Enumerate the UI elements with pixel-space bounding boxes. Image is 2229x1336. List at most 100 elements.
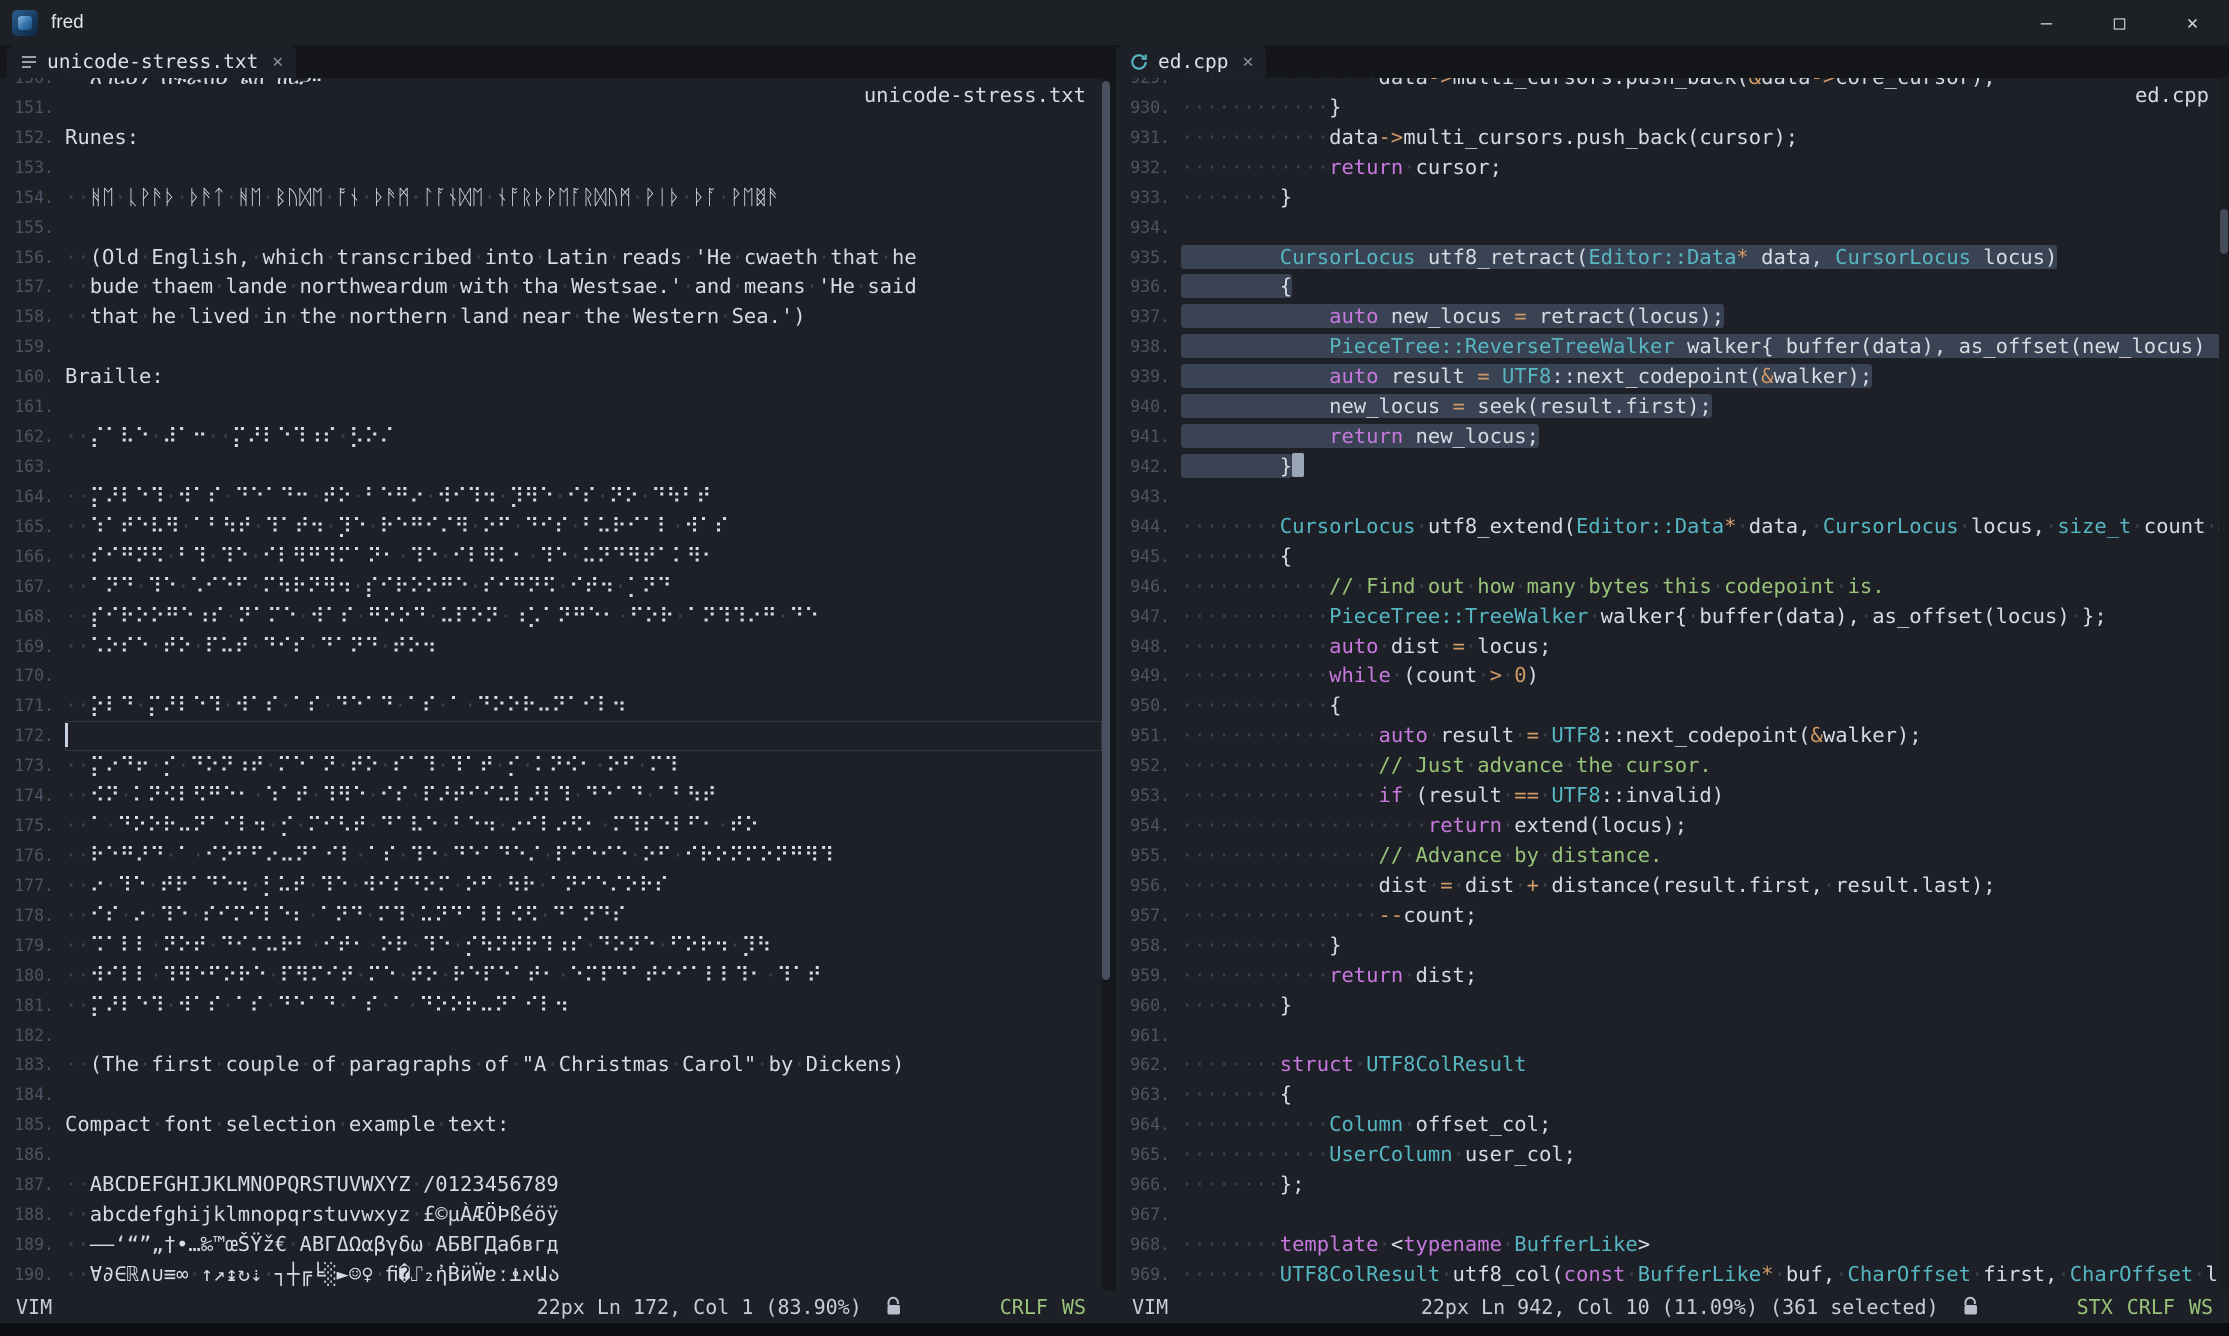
minimize-button[interactable]: —: [2010, 0, 2083, 45]
editor-line[interactable]: 156.··(Old·English,·which·transcribed·in…: [0, 243, 1102, 273]
editor-line[interactable]: 960.········}: [1116, 991, 2229, 1021]
right-scrollbar-thumb[interactable]: [2220, 209, 2228, 254]
editor-line[interactable]: 175.··⠁·⠙⠕⠕⠗⠤⠝⠁⠊⠇⠲·⡊·⠍⠊⠣⠞·⠙⠁⠧⠑·⠃⠑⠲·⠔⠊⠇⠔⠫…: [0, 811, 1102, 841]
editor-line[interactable]: 187.··ABCDEFGHIJKLMNOPQRSTUVWXYZ·/012345…: [0, 1170, 1102, 1200]
editor-line[interactable]: 162.··⡌⠁⠧⠑·⠼⠁⠒··⡍⠜⠇⠑⠹⠰⠎·⡣⠕⠌: [0, 422, 1102, 452]
code-buffer[interactable]: 929.················data->multi_cursors.…: [1116, 78, 2229, 1290]
editor-line[interactable]: 173.··⡍⠔⠙⠖·⡊·⠙⠕⠝⠰⠞·⠍⠑⠁⠝·⠞⠕·⠎⠁⠹·⠹⠁⠞·⡊·⠅⠝⠪…: [0, 751, 1102, 781]
editor-line[interactable]: 179.··⠩⠁⠇⠇·⠝⠕⠞·⠙⠊⠌⠥⠗⠃·⠊⠞⠂·⠕⠗·⠹⠑·⡊⠳⠝⠞⠗⠹⠰⠎…: [0, 931, 1102, 961]
editor-line[interactable]: 152.Runes:: [0, 123, 1102, 153]
line-number: 175.: [0, 811, 54, 841]
tab-ed-cpp[interactable]: ed.cpp ✕: [1116, 45, 1266, 78]
editor-line[interactable]: 174.··⠪⠝·⠅⠝⠪⠇⠫⠛⠑⠂·⠱⠁⠞·⠹⠻⠑·⠊⠎·⠏⠜⠞⠊⠊⠥⠇⠜⠇⠹·…: [0, 781, 1102, 811]
tab-unicode-stress-txt[interactable]: unicode-stress.txt ✕: [7, 45, 296, 78]
close-button[interactable]: ✕: [2156, 0, 2229, 45]
editor-line[interactable]: 964.············Column·offset_col;: [1116, 1110, 2229, 1140]
line-number: 166.: [0, 542, 54, 572]
editor-line[interactable]: 155.: [0, 213, 1102, 243]
editor-line[interactable]: 186.: [0, 1140, 1102, 1170]
editor-line[interactable]: 957.················--count;: [1116, 901, 2229, 931]
editor-line[interactable]: 184.: [0, 1080, 1102, 1110]
right-scrollbar[interactable]: [2219, 78, 2229, 1290]
editor-line[interactable]: 169.··⠡⠕⠎⠑·⠞⠕·⠏⠥⠞·⠙⠊⠎·⠙⠁⠝⠙·⠞⠕⠲: [0, 632, 1102, 662]
close-tab-icon[interactable]: ✕: [1242, 51, 1253, 72]
editor-line[interactable]: 949.············while·(count·>·0): [1116, 661, 2229, 691]
editor-line[interactable]: 967.: [1116, 1200, 2229, 1230]
editor-line[interactable]: 181.··⡍⠜⠇⠑⠹·⠺⠁⠎·⠁⠎·⠙⠑⠁⠙·⠁⠎·⠁·⠙⠕⠕⠗⠤⠝⠁⠊⠇⠲: [0, 991, 1102, 1021]
editor-line[interactable]: 153.: [0, 153, 1102, 183]
editor-line[interactable]: 946.············//·Find·out·how·many·byt…: [1116, 572, 2229, 602]
editor-line[interactable]: 930.············}: [1116, 93, 2229, 123]
pane-divider: [1102, 78, 1116, 1290]
editor-line[interactable]: 938.············PieceTree::ReverseTreeWa…: [1116, 332, 2229, 362]
editor-line[interactable]: 178.··⠊⠎·⠔·⠹⠑·⠎⠊⠍⠊⠇⠑⠆·⠁⠝⠙·⠍⠹·⠥⠝⠙⠁⠇⠇⠪⠫·⠙⠁…: [0, 901, 1102, 931]
editor-line[interactable]: 934.: [1116, 213, 2229, 243]
editor-line[interactable]: 159.: [0, 332, 1102, 362]
editor-line[interactable]: 931.············data->multi_cursors.push…: [1116, 123, 2229, 153]
editor-line[interactable]: 956.················dist·=·dist·+·distan…: [1116, 871, 2229, 901]
editor-line[interactable]: 154.··ᚻᛖ·ᚳᚹᚫᚦ·ᚦᚫᛏ·ᚻᛖ·ᛒᚢᛞᛖ·ᚩᚾ·ᚦᚫᛗ·ᛚᚪᚾᛞᛖ·ᚾ…: [0, 183, 1102, 213]
editor-line[interactable]: 185.Compact·font·selection·example·text:: [0, 1110, 1102, 1140]
editor-line[interactable]: 942.········}: [1116, 452, 2229, 482]
editor-line[interactable]: 940.············new_locus·=·seek(result.…: [1116, 392, 2229, 422]
editor-line[interactable]: 955.················//·Advance·by·distan…: [1116, 841, 2229, 871]
unlock-icon[interactable]: [1961, 1296, 1981, 1318]
editor-line[interactable]: 183.··(The·first·couple·of·paragraphs·of…: [0, 1050, 1102, 1080]
editor-line[interactable]: 190.··∀∂∈ℝ∧∪≡∞·↑↗↨↻⇣·┐┼╔╘░►☺♀·ﬁ�⑀₂ἠḂӥẄɐː…: [0, 1260, 1102, 1290]
editor-line[interactable]: 189.··–—‘“”„†•…‰™œŠŸž€·ΑΒΓΔΩαβγδω·АБВГДа…: [0, 1230, 1102, 1260]
editor-line[interactable]: 943.: [1116, 482, 2229, 512]
close-tab-icon[interactable]: ✕: [272, 51, 283, 72]
editor-line[interactable]: 188.··abcdefghijklmnopqrstuvwxyz·£©µÀÆÖÞ…: [0, 1200, 1102, 1230]
encoding-badge: STX: [2077, 1295, 2113, 1319]
editor-line[interactable]: 167.··⠁⠝⠙·⠹⠑·⠡⠊⠑⠋·⠍⠳⠗⠝⠻⠲·⡎⠊⠗⠕⠕⠛⠑·⠎⠊⠛⠝⠫·⠊…: [0, 572, 1102, 602]
editor-line[interactable]: 937.············auto·new_locus·=·retract…: [1116, 302, 2229, 332]
editor-line[interactable]: 929.················data->multi_cursors.…: [1116, 78, 2229, 93]
editor-line[interactable]: 172.: [0, 721, 1102, 751]
unlock-icon[interactable]: [884, 1296, 904, 1318]
editor-line[interactable]: 952.················//·Just·advance·the·…: [1116, 751, 2229, 781]
editor-line[interactable]: 165.··⠱⠁⠞⠑⠧⠻·⠁⠃⠳⠞·⠹⠁⠞⠲·⡹⠑·⠗⠑⠛⠊⠌⠻·⠕⠋·⠙⠊⠎·…: [0, 512, 1102, 542]
editor-line[interactable]: 966.········};: [1116, 1170, 2229, 1200]
editor-pane-left[interactable]: 150.··እግርህን·በፍራሽህ·ልክ·ዘርጋ።151.152.Runes:1…: [0, 78, 1102, 1290]
editor-line[interactable]: 161.: [0, 392, 1102, 422]
editor-line[interactable]: 177.··⠔·⠹⠑·⠞⠗⠁⠙⠑⠲·⡃⠥⠞·⠹⠑·⠺⠊⠎⠙⠕⠍·⠕⠋·⠳⠗·⠁⠝…: [0, 871, 1102, 901]
editor-line[interactable]: 969.········UTF8ColResult·utf8_col(const…: [1116, 1260, 2229, 1290]
editor-line[interactable]: 164.··⡍⠜⠇⠑⠹·⠺⠁⠎·⠙⠑⠁⠙⠒·⠞⠕·⠃⠑⠛⠔·⠺⠊⠹⠲·⡹⠻⠑·⠊…: [0, 482, 1102, 512]
editor-line[interactable]: 948.············auto·dist·=·locus;: [1116, 632, 2229, 662]
text-buffer[interactable]: 150.··እግርህን·በፍራሽህ·ልክ·ዘርጋ።151.152.Runes:1…: [0, 78, 1102, 1290]
editor-line[interactable]: 182.: [0, 1021, 1102, 1051]
editor-line[interactable]: 158.··that·he·lived·in·the·northern·land…: [0, 302, 1102, 332]
editor-line[interactable]: 953.················if·(result·==·UTF8::…: [1116, 781, 2229, 811]
editor-line[interactable]: 941.············return·new_locus;: [1116, 422, 2229, 452]
editor-line[interactable]: 170.: [0, 661, 1102, 691]
editor-line[interactable]: 933.········}: [1116, 183, 2229, 213]
editor-line[interactable]: 932.············return·cursor;: [1116, 153, 2229, 183]
editor-line[interactable]: 157.··bude·thaem·lande·northweardum·with…: [0, 272, 1102, 302]
editor-line[interactable]: 959.············return·dist;: [1116, 961, 2229, 991]
editor-line[interactable]: 965.············UserColumn·user_col;: [1116, 1140, 2229, 1170]
left-scrollbar-thumb[interactable]: [1102, 81, 1110, 980]
editor-pane-right[interactable]: 929.················data->multi_cursors.…: [1116, 78, 2229, 1290]
editor-line[interactable]: 951.················auto·result·=·UTF8::…: [1116, 721, 2229, 751]
editor-line[interactable]: 968.········template·<typename·BufferLik…: [1116, 1230, 2229, 1260]
editor-line[interactable]: 168.··⡎⠊⠗⠕⠕⠛⠑⠰⠎·⠝⠁⠍⠑·⠺⠁⠎·⠛⠕⠕⠙·⠥⠏⠕⠝·⠰⡡⠁⠝⠛…: [0, 602, 1102, 632]
editor-line[interactable]: 944.········CursorLocus·utf8_extend(Edit…: [1116, 512, 2229, 542]
editor-line[interactable]: 950.············{: [1116, 691, 2229, 721]
editor-line[interactable]: 936.········{: [1116, 272, 2229, 302]
editor-line[interactable]: 180.··⠺⠊⠇⠇·⠹⠻⠑⠋⠕⠗⠑·⠏⠻⠍⠊⠞·⠍⠑·⠞⠕·⠗⠑⠏⠑⠁⠞⠂·⠑…: [0, 961, 1102, 991]
editor-line[interactable]: 962.········struct·UTF8ColResult: [1116, 1050, 2229, 1080]
maximize-button[interactable]: □: [2083, 0, 2156, 45]
editor-line[interactable]: 171.··⡕⠇⠙·⡍⠜⠇⠑⠹·⠺⠁⠎·⠁⠎·⠙⠑⠁⠙·⠁⠎·⠁·⠙⠕⠕⠗⠤⠝⠁…: [0, 691, 1102, 721]
editor-line[interactable]: 935.········CursorLocus·utf8_retract(Edi…: [1116, 243, 2229, 273]
editor-line[interactable]: 945.········{: [1116, 542, 2229, 572]
editor-line[interactable]: 963.········{: [1116, 1080, 2229, 1110]
editor-line[interactable]: 939.············auto·result·=·UTF8::next…: [1116, 362, 2229, 392]
editor-line[interactable]: 954.····················return·extend(lo…: [1116, 811, 2229, 841]
editor-line[interactable]: 961.: [1116, 1021, 2229, 1051]
editor-line[interactable]: 166.··⠎⠊⠛⠝⠫·⠃⠹·⠹⠑·⠊⠇⠻⠛⠹⠍⠁⠝⠂·⠹⠑·⠊⠇⠻⠅⠂·⠹⠑·…: [0, 542, 1102, 572]
editor-line[interactable]: 947.············PieceTree::TreeWalker·wa…: [1116, 602, 2229, 632]
editor-line[interactable]: 163.: [0, 452, 1102, 482]
editor-line[interactable]: 176.··⠗⠑⠛⠜⠙·⠁·⠊⠕⠋⠋⠔⠤⠝⠁⠊⠇·⠁⠎·⠹⠑·⠙⠑⠁⠙⠑⠌·⠏⠊…: [0, 841, 1102, 871]
editor-line[interactable]: 958.············}: [1116, 931, 2229, 961]
editor-line[interactable]: 160.Braille:: [0, 362, 1102, 392]
